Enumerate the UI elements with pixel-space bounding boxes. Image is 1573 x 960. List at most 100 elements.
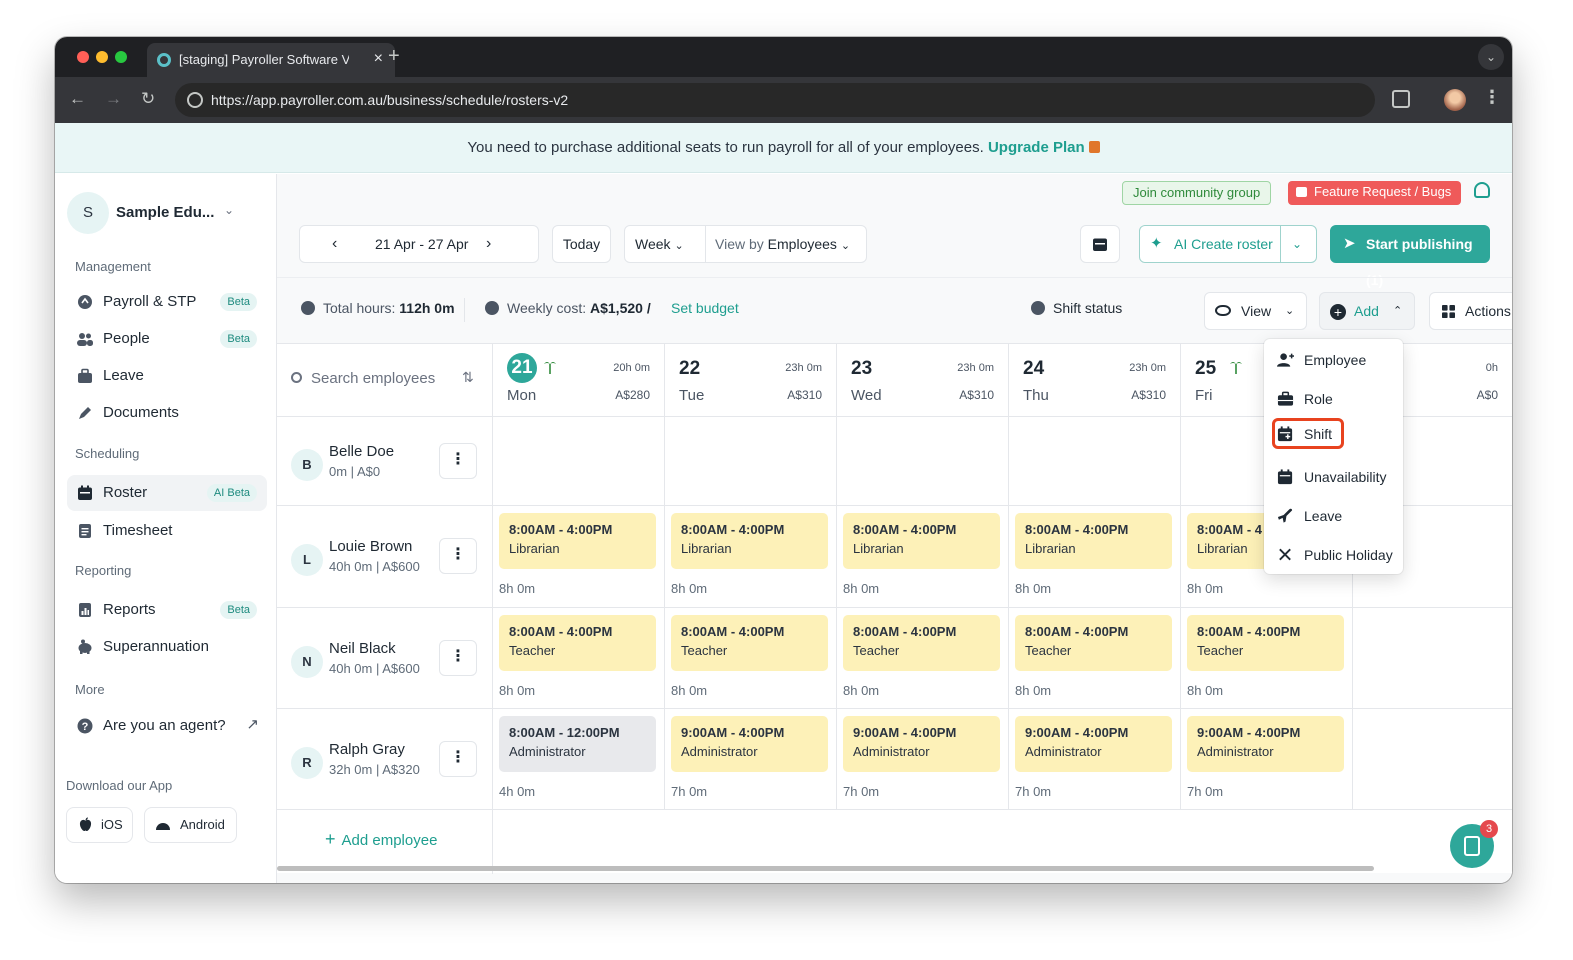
employee-name[interactable]: Belle Doe: [329, 443, 394, 460]
week-select[interactable]: Week ⌄: [635, 226, 684, 264]
sidebar-item-agent[interactable]: ? Are you an agent? ↗: [67, 708, 267, 744]
employee-summary: 40h 0m | A$600: [329, 559, 420, 574]
sort-icon[interactable]: ⇅: [462, 369, 474, 386]
view-button[interactable]: View ⌄: [1204, 292, 1307, 330]
sidebar-item-leave[interactable]: Leave: [67, 358, 267, 394]
ai-create-dropdown-icon[interactable]: ⌄: [1292, 226, 1302, 262]
org-switcher[interactable]: S Sample Edu... ⌄: [67, 192, 257, 234]
today-button[interactable]: Today: [552, 225, 611, 263]
shift-card[interactable]: 8:00AM - 4:00PM Teacher: [1015, 615, 1172, 671]
day-hours: 23h 0m: [957, 362, 994, 374]
maximize-window-icon[interactable]: [115, 51, 127, 63]
shift-duration: 8h 0m: [499, 581, 536, 596]
minimize-window-icon[interactable]: [96, 51, 108, 63]
employee-menu-icon[interactable]: ⋮: [439, 538, 477, 574]
sidebar-item-reports[interactable]: Reports Beta: [67, 592, 267, 628]
ios-app-button[interactable]: iOS: [66, 807, 133, 843]
forward-icon[interactable]: →: [105, 89, 122, 109]
shift-role: Teacher: [509, 643, 556, 658]
view-controls: Week ⌄ View by Employees ⌄: [624, 225, 867, 263]
back-icon[interactable]: ←: [69, 89, 86, 109]
join-community-button[interactable]: Join community group: [1122, 181, 1272, 205]
close-tab-icon[interactable]: ×: [374, 50, 383, 68]
shift-card[interactable]: 9:00AM - 4:00PM Administrator: [843, 716, 1000, 772]
site-info-icon[interactable]: [187, 92, 203, 108]
browser-tab[interactable]: [staging] Payroller Software V ×: [147, 43, 395, 77]
shift-role: Librarian: [509, 541, 560, 556]
search-input[interactable]: Search employees: [291, 370, 435, 387]
view-by-select[interactable]: View by Employees ⌄: [715, 226, 850, 264]
bell-icon[interactable]: [1474, 182, 1490, 198]
employee-menu-icon[interactable]: ⋮: [439, 443, 477, 479]
reload-icon[interactable]: ↻: [141, 89, 155, 109]
profile-avatar[interactable]: [1444, 89, 1466, 111]
close-window-icon[interactable]: [77, 51, 89, 63]
sidebar-item-roster[interactable]: Roster AI Beta: [67, 475, 267, 511]
chat-widget-button[interactable]: 3: [1450, 820, 1498, 868]
upgrade-plan-link[interactable]: Upgrade Plan: [988, 139, 1085, 156]
tab-search-icon[interactable]: ⌄: [1478, 44, 1504, 70]
sidebar-item-people[interactable]: People Beta: [67, 321, 267, 357]
menu-item-leave[interactable]: Leave: [1272, 500, 1396, 531]
beta-badge: Beta: [220, 601, 257, 619]
add-employee-button[interactable]: + Add employee: [325, 829, 437, 850]
browser-menu-icon[interactable]: ⋮: [1483, 87, 1501, 108]
set-budget-link[interactable]: Set budget: [671, 300, 739, 316]
menu-item-label: Employee: [1304, 352, 1367, 368]
banner-text: You need to purchase additional seats to…: [467, 139, 984, 156]
day-number: 25: [1195, 358, 1217, 379]
employee-name[interactable]: Louie Brown: [329, 538, 412, 555]
shift-card[interactable]: 8:00AM - 4:00PM Librarian: [1015, 513, 1172, 569]
shift-card[interactable]: 8:00AM - 4:00PM Teacher: [671, 615, 828, 671]
shift-card[interactable]: 9:00AM - 4:00PM Administrator: [671, 716, 828, 772]
prev-week-icon[interactable]: ‹: [332, 226, 337, 262]
sidebar-item-timesheet[interactable]: Timesheet: [67, 513, 267, 549]
employee-menu-icon[interactable]: ⋮: [439, 741, 477, 777]
ai-create-roster-button[interactable]: AI Create roster: [1174, 226, 1273, 262]
menu-item-public-holiday[interactable]: Public Holiday: [1272, 539, 1396, 570]
menu-item-unavailability[interactable]: Unavailability: [1272, 461, 1396, 492]
shift-card[interactable]: 8:00AM - 4:00PM Teacher: [499, 615, 656, 671]
shift-card[interactable]: 8:00AM - 4:00PM Teacher: [843, 615, 1000, 671]
extensions-icon[interactable]: [1392, 90, 1410, 108]
shift-duration: 7h 0m: [1187, 784, 1224, 799]
shift-card[interactable]: 8:00AM - 4:00PM Librarian: [499, 513, 656, 569]
actions-button[interactable]: Actions ⌄: [1429, 292, 1512, 330]
sidebar-item-superannuation[interactable]: Superannuation: [67, 629, 267, 665]
day-hours: 23h 0m: [785, 362, 822, 374]
shift-card[interactable]: 9:00AM - 4:00PM Administrator: [1015, 716, 1172, 772]
shift-card[interactable]: 9:00AM - 4:00PM Administrator: [1187, 716, 1344, 772]
sidebar-item-documents[interactable]: Documents: [67, 395, 267, 431]
shift-card[interactable]: 8:00AM - 4:00PM Librarian: [843, 513, 1000, 569]
tab-strip: [staging] Payroller Software V × + ⌄: [55, 37, 1512, 77]
feature-request-button[interactable]: Feature Request / Bugs: [1288, 181, 1462, 205]
next-week-icon[interactable]: ›: [486, 226, 491, 262]
menu-item-role[interactable]: Role: [1272, 383, 1396, 414]
shift-card[interactable]: 8:00AM - 4:00PM Teacher: [1187, 615, 1344, 671]
shift-card[interactable]: 8:00AM - 12:00PM Administrator: [499, 716, 656, 772]
date-range[interactable]: 21 Apr - 27 Apr: [375, 226, 468, 262]
shift-status-button[interactable]: Shift status: [1031, 300, 1122, 316]
tab-title: [staging] Payroller Software V: [179, 52, 349, 67]
employee-name[interactable]: Ralph Gray: [329, 741, 405, 758]
menu-item-shift[interactable]: Shift: [1272, 418, 1344, 449]
android-app-button[interactable]: Android: [144, 807, 237, 843]
add-button[interactable]: + Add ⌃: [1319, 292, 1415, 330]
employee-name[interactable]: Neil Black: [329, 640, 396, 657]
avatar: N: [291, 646, 323, 678]
employee-menu-icon[interactable]: ⋮: [439, 640, 477, 676]
menu-item-employee[interactable]: Employee: [1272, 344, 1396, 375]
chevron-down-icon: ⌄: [840, 240, 851, 252]
horizontal-scrollbar[interactable]: [277, 866, 1374, 871]
url-field[interactable]: https://app.payroller.com.au/business/sc…: [175, 83, 1375, 117]
menu-item-label: Unavailability: [1304, 469, 1387, 485]
calendar-button[interactable]: [1080, 225, 1120, 263]
start-publishing-button[interactable]: ➤ Start publishing (1): [1330, 225, 1490, 288]
new-tab-button[interactable]: +: [388, 45, 400, 68]
divider: [464, 298, 465, 322]
sidebar-item-payroll[interactable]: Payroll & STP Beta: [67, 284, 267, 320]
view-by-prefix: View by: [715, 236, 764, 252]
palm-tree-icon: [1230, 362, 1242, 374]
shift-card[interactable]: 8:00AM - 4:00PM Librarian: [671, 513, 828, 569]
employee-cell: B Belle Doe 0m | A$0 ⋮: [291, 443, 477, 491]
